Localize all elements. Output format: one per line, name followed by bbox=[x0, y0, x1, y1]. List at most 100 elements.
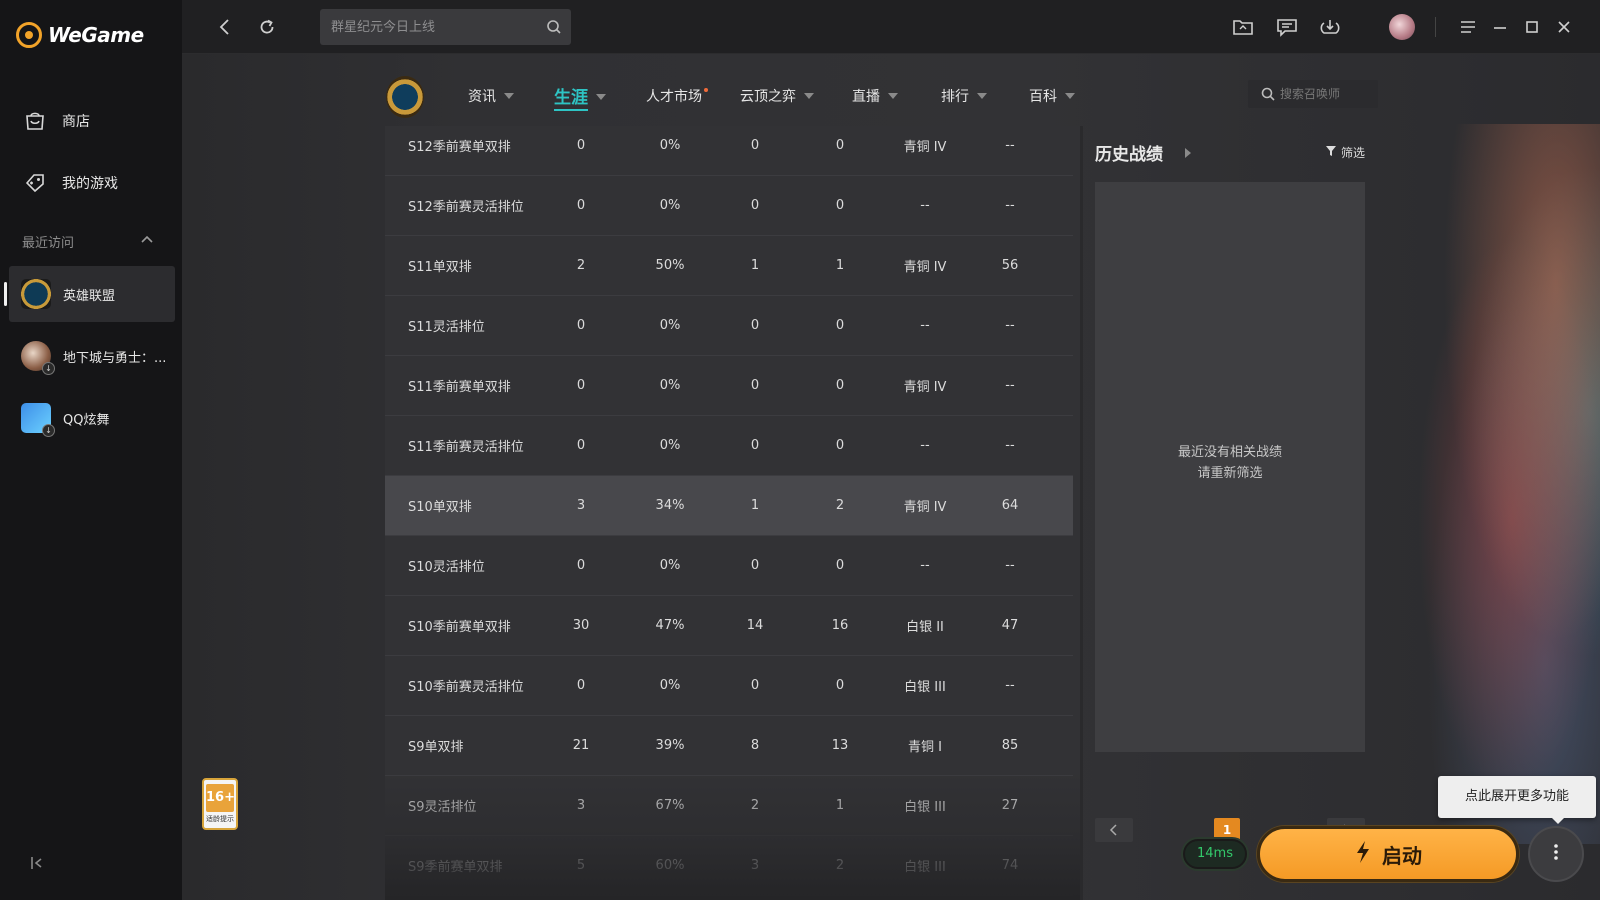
folder-icon[interactable] bbox=[1230, 14, 1256, 40]
league-points-cell: -- bbox=[1005, 438, 1015, 453]
launch-label: 启动 bbox=[1382, 843, 1422, 868]
more-functions-button[interactable] bbox=[1528, 826, 1584, 882]
chevron-up-icon[interactable] bbox=[140, 232, 154, 246]
ping-indicator: 14ms bbox=[1183, 839, 1247, 869]
losses-cell: 0 bbox=[835, 138, 845, 153]
global-search-input[interactable] bbox=[331, 17, 531, 37]
games-cell: 0 bbox=[576, 558, 586, 573]
close-icon[interactable] bbox=[1551, 14, 1577, 40]
game-nav: 资讯 生涯 人才市场 云顶之弈 直播 排行 百科 搜索召唤师 bbox=[378, 74, 1378, 122]
sidebar-item-label: 商店 bbox=[62, 114, 90, 130]
league-points-cell: -- bbox=[1005, 558, 1015, 573]
table-row[interactable]: S10季前赛单双排 30 47% 14 16 白银 II 47 bbox=[385, 596, 1073, 656]
sidebar-item-my-games[interactable]: 我的游戏 bbox=[22, 170, 118, 196]
user-avatar[interactable] bbox=[1389, 14, 1415, 40]
tab-ranking[interactable]: 排行 bbox=[941, 86, 987, 106]
table-row[interactable]: S9灵活排位 3 67% 2 1 白银 III 27 bbox=[385, 776, 1073, 836]
search-icon[interactable] bbox=[545, 18, 563, 36]
table-row[interactable]: S11单双排 2 50% 1 1 青铜 IV 56 bbox=[385, 236, 1073, 296]
age-rating-label: 适龄提示 bbox=[206, 815, 234, 823]
losses-cell: 0 bbox=[835, 198, 845, 213]
sidebar-game-qqdance[interactable]: ↓ QQ炫舞 bbox=[9, 390, 175, 446]
search-icon[interactable] bbox=[1260, 86, 1276, 102]
tier-cell: 白银 II bbox=[906, 620, 944, 635]
winrate-cell: 67% bbox=[655, 798, 685, 813]
summoner-search[interactable] bbox=[1248, 80, 1378, 108]
table-row[interactable]: S10灵活排位 0 0% 0 0 -- -- bbox=[385, 536, 1073, 596]
league-points-cell: -- bbox=[1005, 378, 1015, 393]
games-cell: 3 bbox=[576, 498, 586, 513]
losses-cell: 0 bbox=[835, 438, 845, 453]
summoner-search-input[interactable] bbox=[1280, 85, 1370, 103]
tier-cell: 白银 III bbox=[904, 860, 946, 875]
tab-career[interactable]: 生涯 bbox=[554, 83, 606, 111]
message-icon[interactable] bbox=[1274, 14, 1300, 40]
global-search[interactable] bbox=[320, 9, 571, 45]
maximize-icon[interactable] bbox=[1519, 14, 1545, 40]
collapse-sidebar-icon[interactable] bbox=[30, 855, 46, 871]
league-points-cell: -- bbox=[1005, 678, 1015, 693]
minimize-icon[interactable] bbox=[1487, 14, 1513, 40]
filter-button[interactable]: 筛选 bbox=[1325, 144, 1365, 161]
losses-cell: 2 bbox=[835, 858, 845, 873]
season-name-cell: S10单双排 bbox=[408, 500, 472, 515]
lightning-icon bbox=[1354, 840, 1372, 869]
tab-talent-market[interactable]: 人才市场 bbox=[646, 86, 708, 106]
menu-icon[interactable] bbox=[1455, 14, 1481, 40]
sidebar-game-dnf[interactable]: ↓ 地下城与勇士：... bbox=[9, 328, 175, 384]
table-scrollbar[interactable] bbox=[1080, 126, 1083, 900]
tier-cell: 青铜 IV bbox=[903, 140, 947, 155]
wins-cell: 3 bbox=[750, 858, 760, 873]
tab-wiki[interactable]: 百科 bbox=[1029, 86, 1075, 106]
lol-logo[interactable] bbox=[386, 76, 424, 118]
tier-cell: -- bbox=[920, 318, 930, 333]
history-title[interactable]: 历史战绩 bbox=[1095, 140, 1163, 165]
wegame-logo[interactable]: WeGame bbox=[16, 22, 144, 48]
match-history-panel: 历史战绩 筛选 最近没有相关战绩 请重新筛选 bbox=[1095, 126, 1365, 786]
wins-cell: 14 bbox=[746, 618, 764, 633]
table-row[interactable]: S10单双排 3 34% 1 2 青铜 IV 64 bbox=[385, 476, 1073, 536]
download-icon[interactable] bbox=[1317, 14, 1343, 40]
filter-icon bbox=[1325, 145, 1337, 160]
tab-news[interactable]: 资讯 bbox=[468, 86, 514, 106]
caret-down-icon bbox=[977, 93, 987, 99]
refresh-icon[interactable] bbox=[254, 14, 280, 40]
table-row[interactable]: S10季前赛灵活排位 0 0% 0 0 白银 III -- bbox=[385, 656, 1073, 716]
prev-page-button[interactable] bbox=[1095, 818, 1133, 842]
games-cell: 0 bbox=[576, 198, 586, 213]
games-cell: 0 bbox=[576, 438, 586, 453]
table-row[interactable]: S11季前赛灵活排位 0 0% 0 0 -- -- bbox=[385, 416, 1073, 476]
table-row[interactable]: S9单双排 21 39% 8 13 青铜 I 85 bbox=[385, 716, 1073, 776]
caret-down-icon bbox=[504, 93, 514, 99]
age-rating-badge[interactable]: 16+ 适龄提示 bbox=[202, 778, 238, 830]
league-points-cell: 74 bbox=[1001, 858, 1019, 873]
table-row[interactable]: S12季前赛灵活排位 0 0% 0 0 -- -- bbox=[385, 176, 1073, 236]
ranked-season-table[interactable]: S12季前赛单双排 0 0% 0 0 青铜 IV -- S12季前赛灵活排位 0 0% 0 0 -- --… bbox=[385, 126, 1083, 900]
launch-button[interactable]: 启动 bbox=[1257, 826, 1519, 882]
league-points-cell: 56 bbox=[1001, 258, 1019, 273]
table-row[interactable]: S11季前赛单双排 0 0% 0 0 青铜 IV -- bbox=[385, 356, 1073, 416]
table-row[interactable]: S12季前赛单双排 0 0% 0 0 青铜 IV -- bbox=[385, 126, 1073, 176]
tab-live[interactable]: 直播 bbox=[852, 86, 898, 106]
tier-cell: 白银 III bbox=[904, 680, 946, 695]
history-list: 最近没有相关战绩 请重新筛选 bbox=[1095, 182, 1365, 752]
season-name-cell: S12季前赛灵活排位 bbox=[408, 200, 524, 215]
qqdance-game-icon: ↓ bbox=[21, 403, 55, 437]
dnf-game-icon: ↓ bbox=[21, 341, 55, 375]
table-row[interactable]: S11灵活排位 0 0% 0 0 -- -- bbox=[385, 296, 1073, 356]
winrate-cell: 39% bbox=[655, 738, 685, 753]
sidebar-item-store[interactable]: 商店 bbox=[22, 108, 90, 134]
sidebar-game-lol[interactable]: 英雄联盟 bbox=[4, 266, 175, 322]
season-name-cell: S9单双排 bbox=[408, 740, 464, 755]
tab-label: 百科 bbox=[1029, 89, 1057, 105]
season-name-cell: S11季前赛灵活排位 bbox=[408, 440, 524, 455]
games-cell: 21 bbox=[572, 738, 590, 753]
season-name-cell: S10季前赛灵活排位 bbox=[408, 680, 524, 695]
tab-tft[interactable]: 云顶之弈 bbox=[740, 86, 814, 106]
losses-cell: 1 bbox=[835, 798, 845, 813]
wins-cell: 0 bbox=[750, 378, 760, 393]
back-icon[interactable] bbox=[212, 14, 238, 40]
sidebar-item-label: 我的游戏 bbox=[62, 176, 118, 192]
table-row[interactable]: S9季前赛单双排 5 60% 3 2 白银 III 74 bbox=[385, 836, 1073, 896]
losses-cell: 0 bbox=[835, 378, 845, 393]
